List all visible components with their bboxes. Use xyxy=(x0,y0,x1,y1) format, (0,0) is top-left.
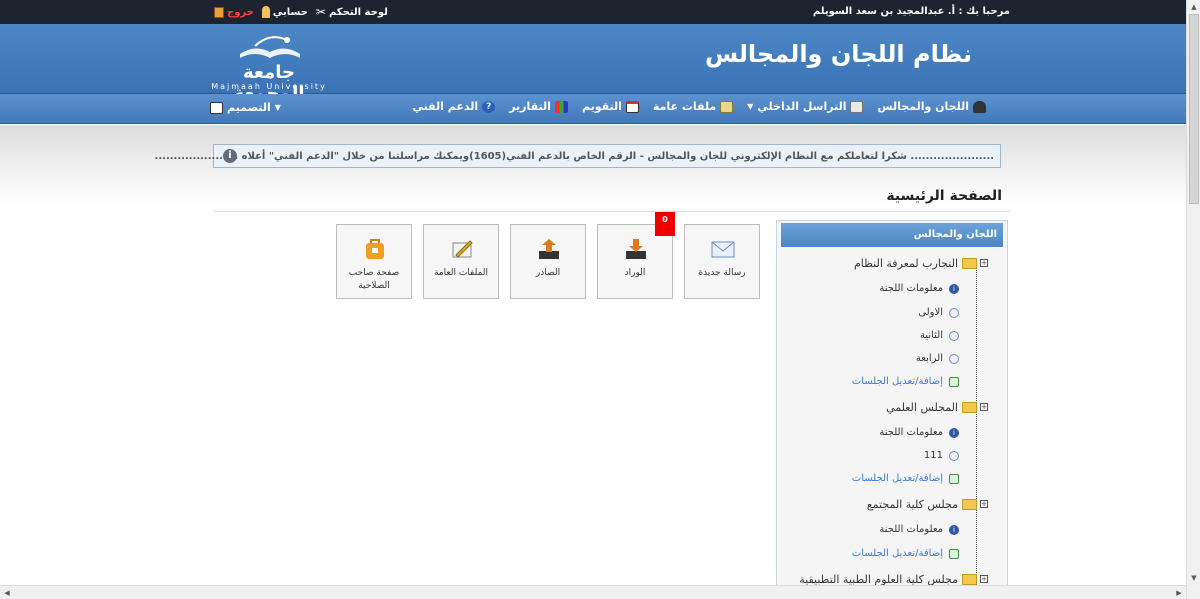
welcome-text: مرحبا بك : أ. عبدالمجيد بن سعد السويلم xyxy=(812,6,1010,17)
tree-item-session[interactable]: الاولى xyxy=(918,307,959,318)
tree-connector xyxy=(976,261,977,599)
unread-count-badge: 0 xyxy=(655,212,675,236)
design-menu[interactable]: ▼ التصميم xyxy=(210,101,281,114)
chevron-down-icon: ▼ xyxy=(274,103,281,112)
clock-icon xyxy=(949,353,959,364)
page-title: الصفحة الرئيسية xyxy=(886,188,1002,204)
nav-item-support[interactable]: ? الدعم الفني xyxy=(413,100,496,113)
header-banner: نظام اللجان والمجالس جامعة المجمعة Majma… xyxy=(0,24,1186,104)
tile-inbox[interactable]: 0 الوراد xyxy=(597,212,675,299)
book-logo-icon xyxy=(240,36,300,58)
tree-node-scientific-council[interactable]: + المجلس العلمي xyxy=(886,401,988,414)
tree-item-committee-info[interactable]: i معلومات اللجنة xyxy=(879,524,959,535)
edit-icon xyxy=(949,548,959,559)
committees-icon xyxy=(973,100,986,113)
notice-text: ...................... شكرا لتعاملكم مع … xyxy=(154,151,994,162)
scroll-right-icon[interactable]: ▶ xyxy=(1172,586,1186,599)
info-icon: i xyxy=(949,524,959,535)
clock-icon xyxy=(949,330,959,341)
folder-icon: + xyxy=(962,402,988,413)
tree-item-committee-info[interactable]: i معلومات اللجنة xyxy=(879,283,959,294)
tree-item-session[interactable]: 111 xyxy=(924,450,959,461)
logout-link[interactable]: خروج xyxy=(214,6,254,18)
tree-header: اللجان والمجالس xyxy=(781,223,1003,247)
add-edit-sessions-link[interactable]: إضافة/تعديل الجلسات xyxy=(852,376,959,387)
logo-english-text: Majmaah University xyxy=(211,82,327,91)
vertical-scrollbar[interactable]: ▲ ▼ xyxy=(1186,0,1200,599)
horizontal-scrollbar[interactable]: ◀ ▶ xyxy=(0,585,1186,599)
tile-public-files[interactable]: الملفات العامة xyxy=(423,224,499,299)
tree-item-session[interactable]: الرابعة xyxy=(916,353,959,364)
authority-icon xyxy=(366,239,384,259)
info-icon: i xyxy=(949,427,959,438)
nav-item-committees[interactable]: اللجان والمجالس xyxy=(877,100,986,113)
my-account-link[interactable]: حسابي xyxy=(261,6,308,18)
add-edit-sessions-link[interactable]: إضافة/تعديل الجلسات xyxy=(852,473,959,484)
reports-icon xyxy=(554,100,568,113)
clock-icon xyxy=(949,307,959,318)
edit-files-icon xyxy=(452,240,473,258)
scroll-up-icon[interactable]: ▲ xyxy=(1187,0,1200,14)
tree-item-committee-info[interactable]: i معلومات اللجنة xyxy=(879,427,959,438)
help-icon: ? xyxy=(482,100,496,113)
committees-tree-panel: اللجان والمجالس + التجارب لمعرفة النظام … xyxy=(776,220,1008,599)
scroll-thumb[interactable] xyxy=(1189,14,1199,204)
inbox-icon xyxy=(626,239,646,259)
outbox-icon xyxy=(539,239,559,259)
folder-icon: + xyxy=(962,499,988,510)
nav-item-reports[interactable]: التقارير xyxy=(509,100,568,113)
edit-icon xyxy=(949,376,959,387)
tile-authority-page[interactable]: صفحة صاحب الصلاحية xyxy=(336,224,412,299)
nav-item-messaging[interactable]: التراسل الداخلي ▼ xyxy=(747,100,864,113)
scroll-down-icon[interactable]: ▼ xyxy=(1187,571,1200,585)
title-divider xyxy=(214,211,1010,212)
envelope-icon xyxy=(711,241,735,258)
tree-node-community-college[interactable]: + مجلس كلية المجتمع xyxy=(867,498,988,511)
files-icon xyxy=(720,100,734,113)
edit-icon xyxy=(949,473,959,484)
scroll-left-icon[interactable]: ◀ xyxy=(0,586,14,599)
control-panel-link[interactable]: ✂ لوحة التحكم xyxy=(316,5,388,19)
clock-icon xyxy=(949,450,959,461)
layout-icon xyxy=(210,101,223,114)
folder-icon: + xyxy=(962,258,988,269)
top-bar: مرحبا بك : أ. عبدالمجيد بن سعد السويلم خ… xyxy=(0,0,1186,24)
tile-new-message[interactable]: رسالة جديدة xyxy=(684,224,760,299)
main-nav: اللجان والمجالس التراسل الداخلي ▼ ملفات … xyxy=(0,94,1186,124)
university-logo: جامعة المجمعة Majmaah University xyxy=(205,30,333,104)
tree-item-session[interactable]: الثانية xyxy=(920,330,959,341)
nav-menu: اللجان والمجالس التراسل الداخلي ▼ ملفات … xyxy=(413,100,986,113)
messaging-icon xyxy=(850,100,864,113)
info-icon: i xyxy=(949,283,959,294)
top-links: خروج حسابي ✂ لوحة التحكم xyxy=(214,5,388,19)
tile-outbox[interactable]: الصادر xyxy=(510,224,586,299)
info-icon: i xyxy=(223,149,237,163)
tree-node-experiments[interactable]: + التجارب لمعرفة النظام xyxy=(854,257,988,270)
nav-item-calendar[interactable]: التقويم xyxy=(582,100,639,113)
tools-icon: ✂ xyxy=(315,5,326,19)
folder-icon: + xyxy=(962,574,988,585)
add-edit-sessions-link[interactable]: إضافة/تعديل الجلسات xyxy=(852,548,959,559)
logout-icon xyxy=(214,6,224,18)
calendar-icon xyxy=(625,100,639,113)
chevron-down-icon: ▼ xyxy=(747,102,754,111)
notice-marquee: ...................... شكرا لتعاملكم مع … xyxy=(155,144,1001,168)
user-icon xyxy=(261,6,270,18)
nav-item-files[interactable]: ملفات عامة xyxy=(653,100,734,113)
system-title: نظام اللجان والمجالس xyxy=(704,40,972,68)
